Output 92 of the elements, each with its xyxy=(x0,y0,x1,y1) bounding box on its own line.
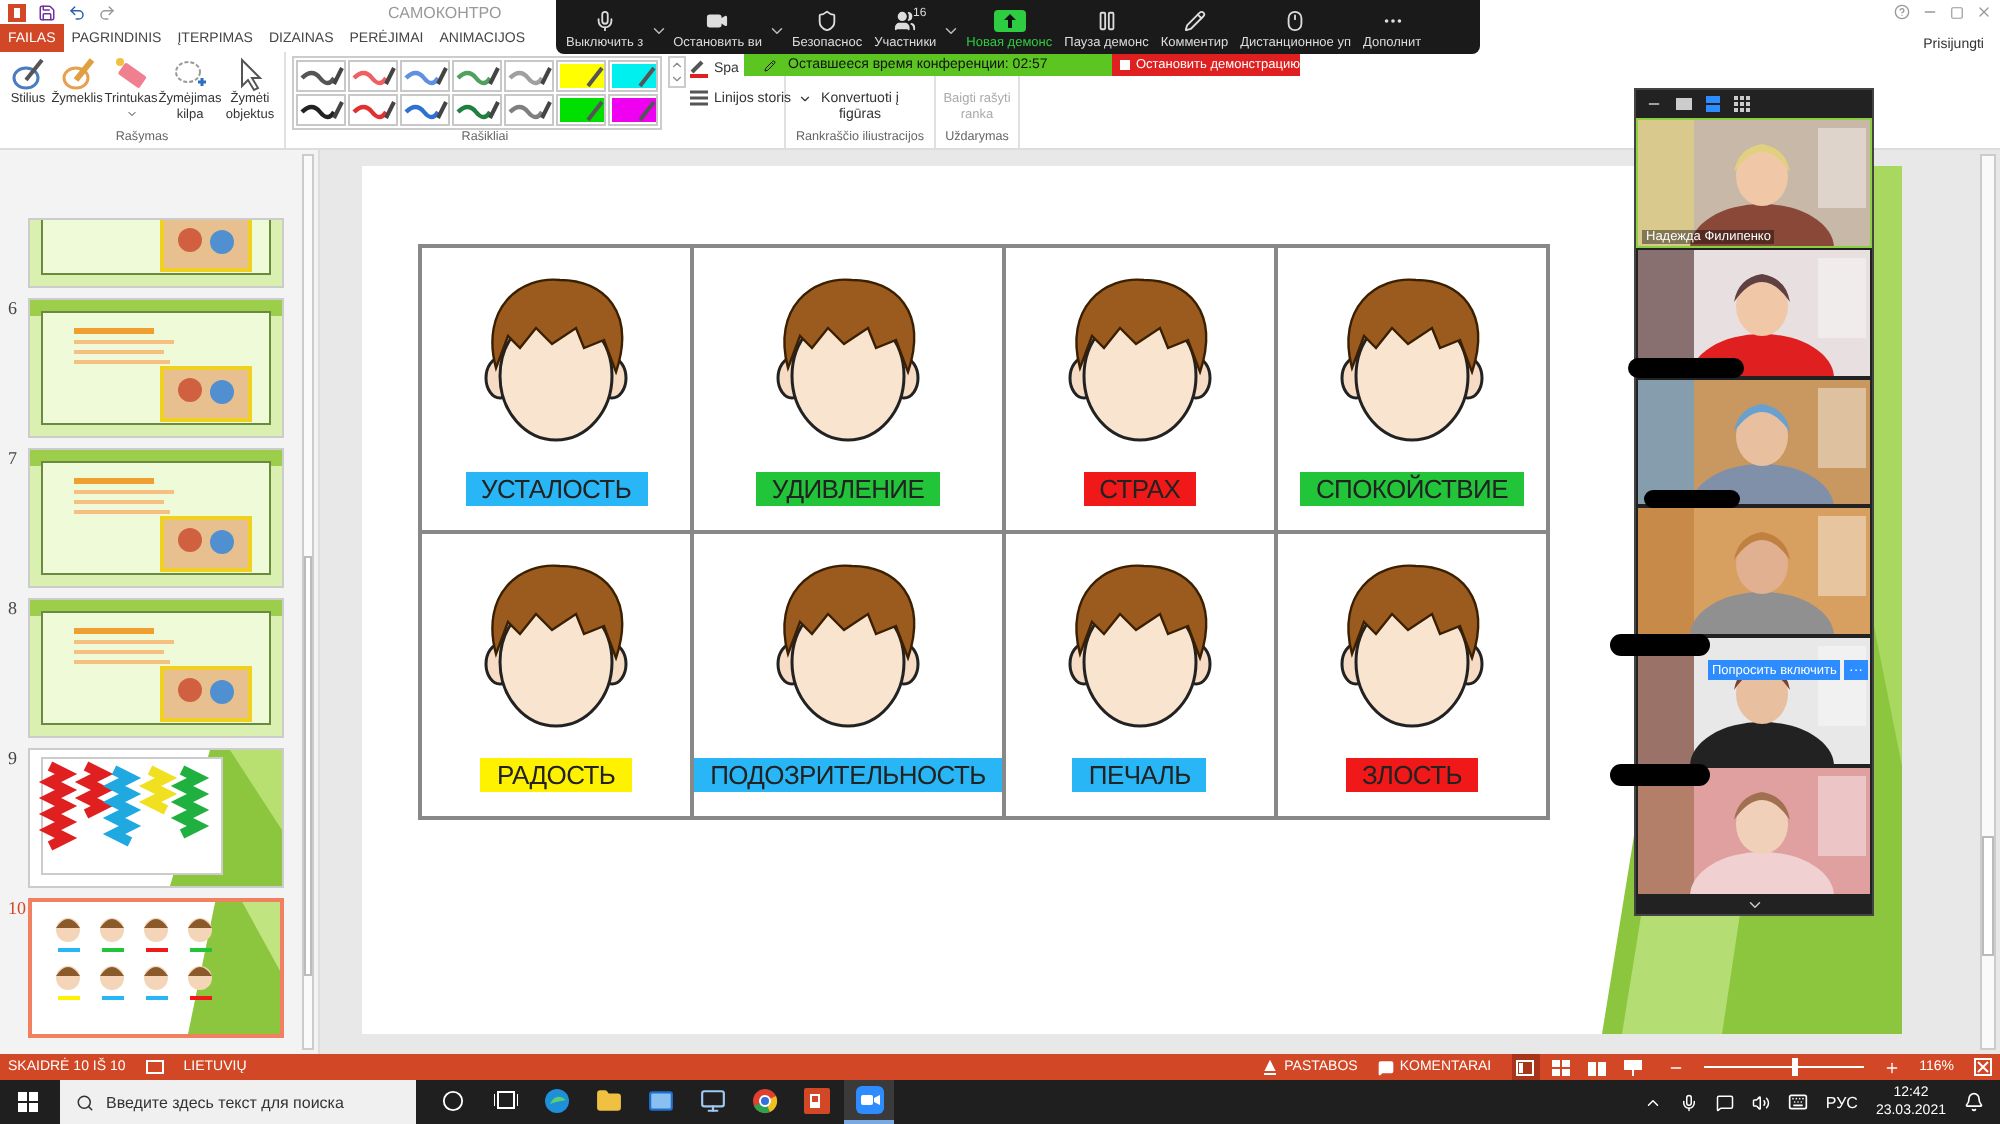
search-icon xyxy=(76,1093,94,1111)
pen-icon xyxy=(10,56,46,92)
scrollbar-thumb[interactable] xyxy=(304,556,312,976)
notifications-icon[interactable] xyxy=(1964,1092,1984,1112)
mouse-icon xyxy=(1284,10,1307,32)
help-icon[interactable] xyxy=(1894,4,1910,20)
emotion-label: СПОКОЙСТВИЕ xyxy=(1299,472,1524,506)
presentation-icon xyxy=(1624,1059,1643,1075)
redaction-mark xyxy=(1628,358,1744,378)
redo-icon[interactable] xyxy=(98,3,116,21)
share-icon xyxy=(993,10,1026,32)
redaction-mark xyxy=(1610,764,1710,786)
strip-view-icon[interactable] xyxy=(1706,95,1720,112)
view-button[interactable] xyxy=(1511,1054,1540,1080)
slide-thumbnail[interactable] xyxy=(28,748,284,888)
slide-thumbnail[interactable] xyxy=(28,448,284,588)
pen-swatch[interactable] xyxy=(504,94,554,126)
grid-view-icon xyxy=(1552,1059,1571,1075)
monitor-icon[interactable] xyxy=(700,1087,726,1113)
undo-icon[interactable] xyxy=(68,3,86,21)
caret-icon xyxy=(797,91,812,105)
pen-swatch[interactable] xyxy=(296,60,346,92)
emotion-label: ПОДОЗРИТЕЛЬНОСТЬ xyxy=(694,758,1002,792)
slide-number: 10 xyxy=(8,898,24,918)
folder-icon[interactable] xyxy=(596,1087,622,1113)
microphone-icon[interactable] xyxy=(1679,1093,1698,1111)
redaction-mark xyxy=(1610,634,1710,656)
mail-icon[interactable] xyxy=(648,1087,674,1113)
emotion-label: СТРАХ xyxy=(1083,472,1197,506)
view-button[interactable] xyxy=(1619,1054,1648,1080)
pen-swatch[interactable] xyxy=(348,60,398,92)
comment-icon xyxy=(1377,1059,1394,1075)
pencil-icon xyxy=(764,59,776,71)
scroll-up-icon[interactable] xyxy=(670,58,684,72)
pen-swatch[interactable] xyxy=(400,94,450,126)
camera-icon xyxy=(706,10,729,32)
pen-swatch[interactable] xyxy=(504,60,554,92)
slider-thumb[interactable] xyxy=(1791,1058,1798,1076)
start-icon[interactable] xyxy=(18,1092,38,1112)
video-app-icon[interactable] xyxy=(855,1086,883,1114)
slide-number: 6 xyxy=(8,298,19,318)
notes-icon xyxy=(1262,1059,1279,1075)
pen-color-icon xyxy=(690,59,708,77)
emotion-label: УДИВЛЕНИЕ xyxy=(755,472,941,506)
scroll-down-icon[interactable] xyxy=(1745,896,1763,914)
pen-swatch[interactable] xyxy=(296,94,346,126)
pen-swatch[interactable] xyxy=(452,60,502,92)
keyboard-icon[interactable] xyxy=(1787,1092,1808,1112)
pencil-icon xyxy=(1183,10,1206,32)
lines-icon xyxy=(690,90,708,106)
gallery-view-icon[interactable] xyxy=(1734,95,1750,112)
redaction-mark xyxy=(1644,490,1740,508)
pause-icon xyxy=(1095,10,1118,32)
slide-thumbnail[interactable] xyxy=(28,898,284,1038)
task-view-icon[interactable] xyxy=(493,1090,517,1110)
lasso-icon xyxy=(172,56,208,92)
input-language[interactable]: РУС xyxy=(1825,1093,1858,1111)
normal-view-icon xyxy=(1516,1059,1535,1075)
window-title: САМОКОНТРО xyxy=(388,3,502,21)
view-button[interactable] xyxy=(1547,1054,1576,1080)
presentation-app-icon[interactable] xyxy=(804,1087,830,1113)
emotion-label: УСТАЛОСТЬ xyxy=(465,472,648,506)
emotion-label: ПЕЧАЛЬ xyxy=(1072,758,1207,792)
pen-swatch[interactable] xyxy=(400,60,450,92)
shield-icon xyxy=(816,10,839,32)
slide-thumbnail[interactable] xyxy=(28,298,284,438)
search-field[interactable]: Введите здесь текст для поиска xyxy=(60,1080,416,1124)
emotion-label: РАДОСТЬ xyxy=(480,758,632,792)
slide-number: 8 xyxy=(8,598,19,618)
book-icon xyxy=(1588,1059,1607,1075)
browser-icon[interactable] xyxy=(752,1087,778,1113)
zoom-in-icon[interactable] xyxy=(1883,1059,1900,1075)
emotion-label: ЗЛОСТЬ xyxy=(1345,758,1478,792)
scrollbar-thumb[interactable] xyxy=(1982,836,1994,956)
browser-icon[interactable] xyxy=(544,1087,570,1113)
circle-icon[interactable] xyxy=(442,1089,464,1111)
fit-to-window-icon[interactable] xyxy=(1974,1058,1992,1076)
save-icon[interactable] xyxy=(38,3,56,21)
pen-swatch[interactable] xyxy=(452,94,502,126)
volume-icon[interactable] xyxy=(1751,1093,1770,1111)
pen-swatch[interactable] xyxy=(348,94,398,126)
close-icon[interactable] xyxy=(1976,4,1992,20)
people-icon xyxy=(894,10,917,32)
slide-number: 9 xyxy=(8,748,19,768)
thumbnail-view-icon[interactable] xyxy=(1676,97,1692,110)
caret-icon xyxy=(125,108,137,120)
marker-icon xyxy=(59,56,95,92)
microphone-icon xyxy=(593,10,616,32)
slide-number: 7 xyxy=(8,448,19,468)
slide-thumbnail[interactable] xyxy=(28,218,284,288)
eraser-icon xyxy=(113,56,149,92)
slide-thumbnail[interactable] xyxy=(28,598,284,738)
